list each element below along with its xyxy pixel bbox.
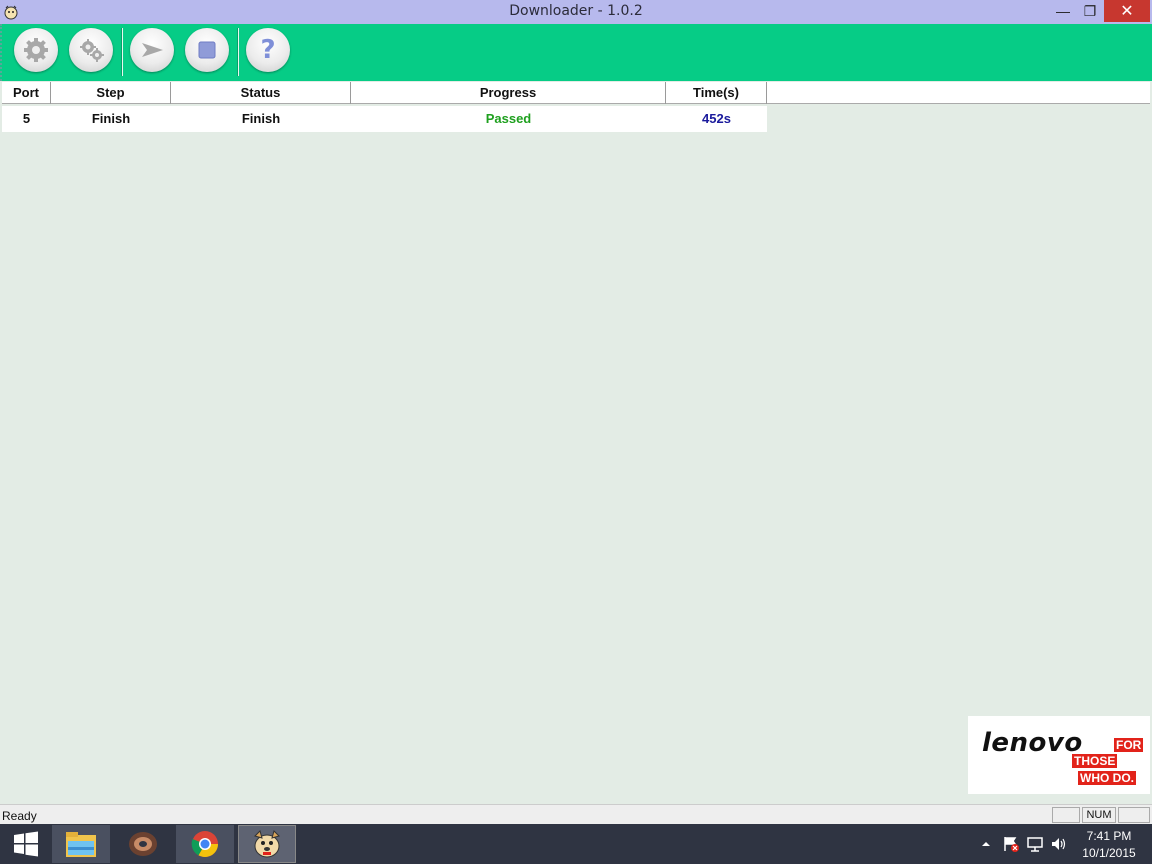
clock-date[interactable]: 10/1/2015 xyxy=(1078,846,1140,860)
show-hidden-icons-button[interactable] xyxy=(978,825,994,863)
file-explorer-icon xyxy=(66,832,96,857)
action-center-button[interactable] xyxy=(1000,825,1022,863)
gear-icon xyxy=(24,38,48,62)
column-header-port[interactable]: Port xyxy=(2,82,51,104)
close-button[interactable]: ✕ xyxy=(1104,0,1150,22)
advanced-settings-button[interactable] xyxy=(69,28,113,72)
start-button[interactable] xyxy=(130,28,174,72)
column-header-time[interactable]: Time(s) xyxy=(666,82,767,104)
stop-button[interactable] xyxy=(185,28,229,72)
start-menu-button[interactable] xyxy=(6,825,46,863)
help-button[interactable]: ? xyxy=(246,28,290,72)
cell-time: 452s xyxy=(702,111,731,126)
table-row[interactable]: 5 Finish Finish Passed 452s xyxy=(2,106,767,132)
clock-time[interactable]: 7:41 PM xyxy=(1078,829,1140,843)
taskbar: 7:41 PM 10/1/2015 xyxy=(0,824,1152,864)
gears-icon xyxy=(80,39,104,62)
play-arrow-icon xyxy=(142,43,163,57)
restore-button[interactable]: ❐ xyxy=(1076,0,1104,22)
stop-square-icon xyxy=(198,41,216,59)
volume-button[interactable] xyxy=(1048,825,1070,863)
column-header-status[interactable]: Status xyxy=(171,82,351,104)
speaker-icon xyxy=(1052,838,1066,850)
logo-tag-those: THOSE xyxy=(1072,754,1118,768)
taskbar-downloader[interactable] xyxy=(238,825,296,863)
status-pane-empty xyxy=(1052,807,1080,823)
chrome-icon xyxy=(191,831,219,858)
lenovo-logo: lenovo FOR THOSE WHO DO. xyxy=(968,716,1150,794)
flag-warning-icon xyxy=(1004,837,1019,852)
toolbar-separator xyxy=(121,28,123,76)
logo-tag-who-do: WHO DO. xyxy=(1078,771,1136,785)
network-button[interactable] xyxy=(1024,825,1046,863)
logo-tag-for: FOR xyxy=(1114,738,1144,752)
title-bar: Downloader - 1.0.2 — ❐ ✕ xyxy=(0,0,1152,24)
cell-status: Finish xyxy=(241,111,281,126)
window-title: Downloader - 1.0.2 xyxy=(509,3,643,19)
cell-step: Finish xyxy=(91,111,131,126)
taskbar-donut-app[interactable] xyxy=(114,825,172,863)
column-header-progress[interactable]: Progress xyxy=(351,82,666,104)
status-pane-empty xyxy=(1118,807,1150,823)
downloader-dog-icon xyxy=(254,830,280,858)
taskbar-chrome[interactable] xyxy=(176,825,234,863)
status-text: Ready xyxy=(2,809,37,823)
toolbar: ? xyxy=(0,24,1152,81)
cell-port: 5 xyxy=(22,111,31,126)
logo-wordmark: lenovo xyxy=(982,728,1083,758)
taskbar-file-explorer[interactable] xyxy=(52,825,110,863)
toolbar-separator xyxy=(237,28,239,76)
status-pane-num: NUM xyxy=(1082,807,1116,823)
donut-app-icon xyxy=(129,832,157,856)
question-mark-icon: ? xyxy=(260,35,276,65)
settings-button[interactable] xyxy=(14,28,58,72)
status-bar: Ready NUM xyxy=(0,804,1152,824)
column-header-step[interactable]: Step xyxy=(51,82,171,104)
minimize-button[interactable]: — xyxy=(1050,0,1076,22)
windows-logo-icon xyxy=(14,831,38,857)
chevron-up-icon xyxy=(982,842,990,846)
network-icon xyxy=(1027,837,1043,852)
table-header: Port Step Status Progress Time(s) xyxy=(2,82,1150,104)
cell-progress: Passed xyxy=(485,111,532,126)
